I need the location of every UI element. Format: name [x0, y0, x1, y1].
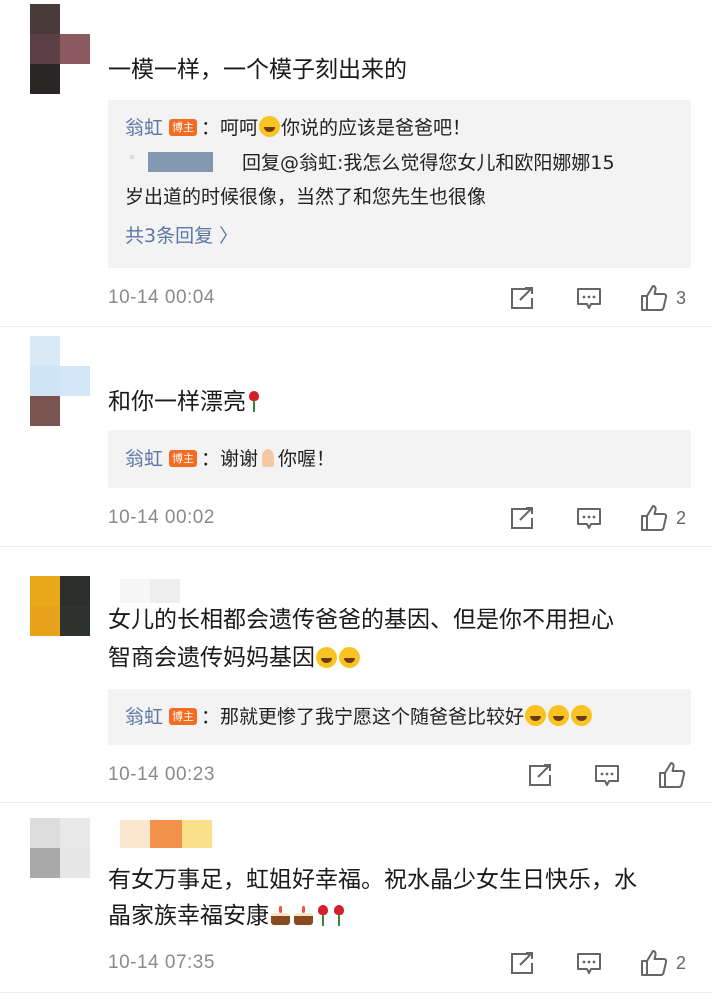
- reply-text: ：呵呵: [201, 117, 259, 139]
- like-button[interactable]: 3: [640, 284, 686, 312]
- share-icon: [511, 507, 533, 529]
- reply-text: ：谢谢: [201, 448, 259, 470]
- laughing-emoji-icon: [525, 705, 547, 726]
- reply-box[interactable]: 翁虹 博主 ：呵呵 你说的应该是爸爸吧！ 回复@翁虹:我怎么觉得您女儿和欧阳娜娜15 …: [108, 100, 691, 268]
- reply-author[interactable]: 翁虹: [125, 706, 163, 728]
- share-button[interactable]: [528, 763, 554, 787]
- rose-emoji-icon: [333, 905, 345, 926]
- like-count: 2: [676, 507, 687, 528]
- laughing-emoji-icon: [548, 705, 570, 726]
- divider: [0, 802, 712, 803]
- folded-hands-emoji-icon: [259, 447, 277, 468]
- subreply-text: 回复@翁虹:我怎么觉得您女儿和欧阳娜娜15: [242, 152, 615, 174]
- timestamp: 10-14 07:35: [108, 952, 215, 973]
- laughing-emoji-icon: [316, 647, 337, 668]
- laughing-emoji-icon: [339, 647, 360, 668]
- thumbs-up-icon: [641, 285, 668, 311]
- share-icon: [511, 952, 533, 974]
- like-button[interactable]: 2: [640, 504, 686, 532]
- like-button[interactable]: [658, 761, 694, 789]
- like-button[interactable]: 2: [640, 949, 686, 977]
- thumbs-up-icon: [641, 505, 668, 531]
- redacted-username: [120, 820, 212, 848]
- divider: [0, 546, 712, 547]
- timestamp: 10-14 00:04: [108, 287, 215, 308]
- like-count: 3: [676, 287, 687, 308]
- blogger-badge: 博主: [169, 119, 198, 136]
- like-count: 2: [676, 952, 687, 973]
- subreply-line: 岁出道的时候很像，当然了和您先生也很像: [125, 183, 486, 211]
- divider: [0, 992, 712, 993]
- comment-icon: [577, 508, 601, 529]
- reply-line: 翁虹 博主 ：呵呵 你说的应该是爸爸吧！: [125, 114, 471, 142]
- share-button[interactable]: [510, 506, 536, 530]
- comment-button[interactable]: [576, 286, 602, 312]
- comment-icon: [595, 765, 619, 786]
- reply-author[interactable]: 翁虹: [125, 448, 163, 470]
- share-button[interactable]: [510, 286, 536, 310]
- blogger-badge: 博主: [169, 450, 198, 467]
- rose-emoji-icon: [317, 905, 329, 926]
- comment-button[interactable]: [576, 506, 602, 532]
- redacted-username: [130, 155, 134, 159]
- blogger-badge: 博主: [169, 708, 198, 725]
- timestamp: 10-14 00:02: [108, 507, 215, 528]
- share-icon: [529, 764, 551, 786]
- avatar[interactable]: [30, 4, 90, 94]
- comment-text: 一模一样，一个模子刻出来的: [108, 57, 407, 83]
- reply-box[interactable]: 翁虹 博主 ：那就更惨了我宁愿这个随爸爸比较好: [108, 689, 691, 745]
- reply-text-rest: 你喔！: [278, 448, 336, 470]
- comment-button[interactable]: [594, 763, 620, 789]
- avatar[interactable]: [30, 336, 90, 426]
- comment-icon: [577, 288, 601, 309]
- divider: [0, 326, 712, 327]
- comment-text: 和你一样漂亮: [108, 380, 262, 424]
- reply-text: ：那就更惨了我宁愿这个随爸爸比较好: [201, 706, 525, 728]
- comment-icon: [577, 953, 601, 974]
- redacted-username: [148, 152, 213, 172]
- avatar[interactable]: [30, 818, 90, 878]
- reply-text-rest: 你说的应该是爸爸吧！: [281, 117, 472, 139]
- reply-author[interactable]: 翁虹: [125, 117, 163, 139]
- avatar[interactable]: [30, 576, 90, 636]
- more-replies-link[interactable]: 共3条回复 〉: [125, 222, 238, 250]
- share-icon: [511, 287, 533, 309]
- subreply-line: 回复@翁虹:我怎么觉得您女儿和欧阳娜娜15: [242, 149, 615, 177]
- laughing-emoji-icon: [571, 705, 593, 726]
- reply-line: 翁虹 博主 ：谢谢 你喔！: [125, 445, 335, 473]
- grin-emoji-icon: [259, 116, 281, 137]
- thumbs-up-icon: [641, 950, 668, 976]
- thumbs-up-icon: [659, 762, 686, 788]
- comment-text-cont: 晶家族幸福安康: [108, 894, 347, 938]
- cake-emoji-icon: [270, 905, 291, 926]
- share-button[interactable]: [510, 951, 536, 975]
- cake-emoji-icon: [293, 905, 314, 926]
- comment-text-cont: 智商会遗传妈妈基因: [108, 636, 361, 680]
- reply-box[interactable]: 翁虹 博主 ：谢谢 你喔！: [108, 430, 691, 488]
- rose-emoji-icon: [248, 391, 260, 412]
- timestamp: 10-14 00:23: [108, 764, 215, 785]
- subreply-text-cont: 岁出道的时候很像，当然了和您先生也很像: [125, 186, 487, 208]
- comment-button[interactable]: [576, 951, 602, 977]
- reply-line: 翁虹 博主 ：那就更惨了我宁愿这个随爸爸比较好: [125, 703, 593, 731]
